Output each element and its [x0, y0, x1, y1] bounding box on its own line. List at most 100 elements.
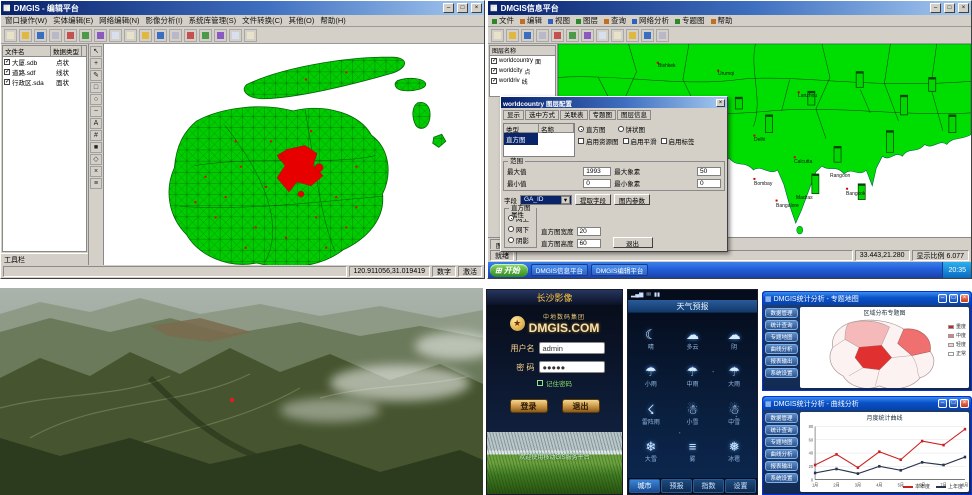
terrain-3d-view[interactable] — [0, 288, 483, 495]
max-pixel-input[interactable]: 50 — [697, 167, 721, 176]
dialog-tab[interactable]: 图层信息 — [617, 110, 651, 120]
weather-item[interactable]: ❄ 大雪 — [630, 440, 672, 463]
new-icon[interactable] — [4, 29, 17, 42]
min-value-input[interactable]: 0 — [583, 179, 611, 188]
zoom-in-icon[interactable] — [521, 29, 534, 42]
list-tool-icon[interactable]: ≡ — [90, 178, 102, 189]
measure-icon[interactable] — [611, 29, 624, 42]
theme-type-list[interactable]: 类型 名称 直方图 — [503, 123, 575, 157]
weather-item[interactable]: ☂ 中雨 — [672, 365, 714, 388]
zoom-out-icon[interactable] — [154, 29, 167, 42]
taskbar-window-button[interactable]: DMGIS信息平台 — [531, 264, 588, 276]
redo-icon[interactable] — [124, 29, 137, 42]
full-extent-icon[interactable] — [566, 29, 579, 42]
histogram-radio[interactable]: 直方图 — [578, 124, 606, 134]
dialog-tab[interactable]: 专题图 — [589, 110, 617, 120]
cut-icon[interactable] — [64, 29, 77, 42]
title-bar[interactable]: ▦ DMGIS - 编辑平台 – □ × — [1, 1, 484, 15]
menu-item[interactable]: 影像分析(I) — [146, 15, 183, 26]
field-select[interactable]: GA_ID ▾ — [520, 195, 572, 205]
taskbar-window-button[interactable]: DMGIS编辑平台 — [591, 264, 648, 276]
bottom-tab[interactable]: 城市 — [629, 479, 660, 493]
layer-row[interactable]: ✓ worldcountry 面 — [490, 56, 555, 66]
weather-item[interactable]: ☇ 雷阵雨 — [630, 403, 672, 426]
weather-item[interactable]: ≡ 雾 — [672, 440, 714, 463]
exit-button[interactable]: 退出 — [562, 399, 600, 413]
login-button[interactable]: 登录 — [510, 399, 548, 413]
help-icon[interactable] — [656, 29, 669, 42]
sidebar-button[interactable]: 系统设置 — [765, 473, 798, 483]
title-bar[interactable]: ▦ DMGIS统计分析 - 曲线分析 – □ × — [763, 397, 971, 410]
layers-icon[interactable] — [244, 29, 257, 42]
layers-icon[interactable] — [626, 29, 639, 42]
exit-button[interactable]: 退出 — [613, 237, 653, 248]
open-icon[interactable] — [19, 29, 32, 42]
minimize-button[interactable]: – — [938, 294, 947, 303]
select-icon[interactable] — [581, 29, 594, 42]
bottom-tab[interactable]: 设置 — [725, 479, 756, 493]
minimize-button[interactable]: – — [930, 3, 941, 13]
close-button[interactable]: × — [960, 399, 969, 408]
identify-icon[interactable] — [596, 29, 609, 42]
zoom-out-icon[interactable] — [536, 29, 549, 42]
maximize-button[interactable]: □ — [949, 294, 958, 303]
pan-icon[interactable] — [551, 29, 564, 42]
menu-item[interactable]: 其他(O) — [289, 15, 315, 26]
bar-height-input[interactable]: 60 — [577, 239, 601, 248]
dialog-tab[interactable]: 关联表 — [560, 110, 588, 120]
maximize-button[interactable]: □ — [944, 3, 955, 13]
sidebar-button[interactable]: 曲线分析 — [765, 449, 798, 459]
weather-item[interactable]: ☃ 中雪 — [713, 403, 755, 426]
maximize-button[interactable]: □ — [457, 3, 468, 13]
start-button[interactable]: ⊞ 开始 — [490, 264, 528, 277]
minimize-button[interactable]: – — [443, 3, 454, 13]
sidebar-button[interactable]: 数据管理 — [765, 413, 798, 423]
menu-item[interactable]: 文件转换(C) — [242, 15, 282, 26]
weather-item[interactable]: ☂ 大雨 — [713, 365, 755, 388]
close-button[interactable]: × — [471, 3, 482, 13]
undo-icon[interactable] — [109, 29, 122, 42]
dialog-tab[interactable]: 选中方式 — [525, 110, 559, 120]
print-icon[interactable] — [49, 29, 62, 42]
sidebar-button[interactable]: 专题地图 — [765, 437, 798, 447]
select-icon[interactable] — [199, 29, 212, 42]
map-canvas[interactable] — [104, 44, 484, 265]
layer-row[interactable]: ✓ 行政区.sda 面状 — [3, 77, 86, 87]
remember-checkbox[interactable] — [537, 380, 543, 386]
sidebar-button[interactable]: 统计查询 — [765, 320, 798, 330]
info-icon[interactable] — [229, 29, 242, 42]
province-map[interactable] — [800, 317, 969, 388]
dialog-checkbox[interactable]: 启用平滑 — [623, 136, 657, 146]
weather-item[interactable]: ☁ 多云 — [672, 328, 714, 351]
fill-tool-icon[interactable]: ■ — [90, 142, 102, 153]
menu-item[interactable]: 专题图 — [675, 15, 705, 26]
pan-icon[interactable] — [169, 29, 182, 42]
dialog-checkbox[interactable]: 启用标签 — [661, 136, 695, 146]
dropdown-arrow-icon[interactable]: ▾ — [561, 196, 570, 204]
menu-item[interactable]: 窗口操作(W) — [5, 15, 47, 26]
sidebar-button[interactable]: 统计查询 — [765, 425, 798, 435]
rect-tool-icon[interactable]: □ — [90, 82, 102, 93]
open-icon[interactable] — [491, 29, 504, 42]
sidebar-button[interactable]: 报表输出 — [765, 461, 798, 471]
add-point-tool-icon[interactable]: + — [90, 58, 102, 69]
min-pixel-input[interactable]: 0 — [697, 179, 721, 188]
sidebar-button[interactable]: 专题地图 — [765, 332, 798, 342]
menu-item[interactable]: 编辑 — [520, 15, 542, 26]
sidebar-button[interactable]: 系统设置 — [765, 368, 798, 378]
title-bar[interactable]: ▦ DMGIS信息平台 – □ × — [488, 1, 971, 15]
layer-visible-checkbox[interactable]: ✓ — [4, 69, 10, 75]
paste-icon[interactable] — [94, 29, 107, 42]
layer-row[interactable]: ✓ worldriv 线 — [490, 76, 555, 86]
sidebar-button[interactable]: 数据管理 — [765, 308, 798, 318]
copy-icon[interactable] — [79, 29, 92, 42]
attr-radio[interactable]: 网下 — [508, 224, 529, 234]
edit-tool-icon[interactable]: ✎ — [90, 70, 102, 81]
menu-item[interactable]: 实体编辑(E) — [53, 15, 93, 26]
layer-visible-checkbox[interactable]: ✓ — [491, 78, 497, 84]
username-input[interactable]: admin — [539, 342, 605, 354]
title-bar[interactable]: ▦ DMGIS统计分析 - 专题地图 – □ × — [763, 292, 971, 305]
weather-item[interactable]: ☁ 阴 — [713, 328, 755, 351]
layer-visible-checkbox[interactable]: ✓ — [4, 79, 10, 85]
weather-item[interactable]: ☾ 晴 — [630, 328, 672, 351]
